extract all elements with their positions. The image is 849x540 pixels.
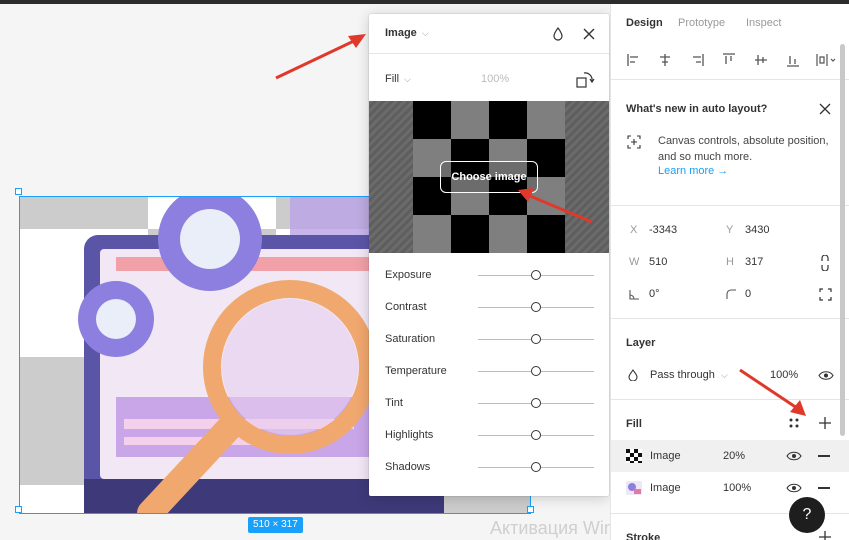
adjust-label: Exposure [385, 269, 432, 281]
rotation-input[interactable]: 0° [649, 288, 660, 300]
constrain-proportions-icon[interactable] [819, 255, 831, 271]
tab-design[interactable]: Design [626, 17, 663, 29]
panel-tabs: Design Prototype Inspect [611, 4, 849, 44]
contrast-slider-knob[interactable] [531, 302, 541, 312]
blend-mode-select[interactable]: Pass through [650, 369, 715, 381]
chevron-down-icon: ⌵ [422, 28, 429, 38]
selection-size-label: 510 × 317 [248, 517, 303, 533]
chevron-down-icon: ⌵ [404, 74, 411, 84]
layer-section-title: Layer [626, 337, 656, 349]
eye-icon[interactable] [786, 482, 802, 494]
choose-image-button[interactable]: Choose image [440, 161, 538, 193]
close-icon[interactable] [818, 102, 832, 116]
blend-mode-icon [628, 369, 638, 381]
highlights-slider-knob[interactable] [531, 430, 541, 440]
h-input[interactable]: 317 [745, 256, 763, 268]
eye-icon[interactable] [786, 450, 802, 462]
h-label: H [726, 256, 734, 268]
adjust-row-contrast: Contrast [369, 291, 609, 323]
popup-header: Image ⌵ [369, 14, 609, 54]
align-right-icon[interactable] [689, 52, 705, 68]
section-divider [611, 318, 849, 319]
eye-icon[interactable] [818, 370, 834, 381]
fill-item-image-1[interactable]: Image 20% [611, 440, 849, 472]
styles-grid-icon[interactable] [788, 417, 800, 429]
align-top-icon[interactable] [721, 52, 737, 68]
design-panel: Design Prototype Inspect What's new in a… [610, 4, 849, 540]
independent-corners-icon[interactable] [819, 288, 832, 301]
remove-fill-icon[interactable] [818, 455, 830, 457]
w-input[interactable]: 510 [649, 256, 667, 268]
fill-section-title: Fill [626, 418, 642, 430]
y-label: Y [726, 224, 734, 236]
y-input[interactable]: 3430 [745, 224, 769, 236]
fill-item-opacity[interactable]: 20% [723, 450, 745, 462]
adjust-row-highlights: Highlights [369, 419, 609, 451]
image-opacity-value[interactable]: 100% [481, 73, 509, 85]
rotate-icon[interactable] [574, 69, 596, 91]
adjust-row-shadows: Shadows [369, 451, 609, 483]
image-thumbnail-icon[interactable] [626, 481, 642, 495]
blend-mode-icon[interactable] [551, 26, 565, 42]
rotation-icon [629, 290, 639, 300]
whats-new-title: What's new in auto layout? [626, 103, 768, 115]
resize-handle-top-left[interactable] [15, 188, 22, 195]
close-icon[interactable] [581, 26, 597, 42]
layer-opacity-input[interactable]: 100% [770, 369, 798, 381]
resize-handle-bottom-left[interactable] [15, 506, 22, 513]
canvas-controls-icon [627, 135, 641, 149]
align-vertical-center-icon[interactable] [753, 52, 769, 68]
tab-prototype[interactable]: Prototype [678, 17, 725, 29]
align-left-icon[interactable] [626, 52, 642, 68]
checker-swatch-icon[interactable] [626, 449, 642, 463]
remove-fill-icon[interactable] [818, 487, 830, 489]
adjust-label: Tint [385, 397, 403, 409]
whats-new-card: What's new in auto layout? Canvas contro… [611, 92, 849, 206]
image-fill-mode-row: Fill ⌵ 100% [369, 66, 609, 92]
whats-new-body: Canvas controls, absolute position, and … [658, 135, 829, 163]
exposure-slider-knob[interactable] [531, 270, 541, 280]
corner-radius-input[interactable]: 0 [745, 288, 751, 300]
w-label: W [629, 256, 640, 268]
saturation-slider-knob[interactable] [531, 334, 541, 344]
alignment-toolbar [611, 44, 849, 80]
adjust-row-saturation: Saturation [369, 323, 609, 355]
help-button[interactable]: ? [789, 497, 825, 533]
adjust-label: Temperature [385, 365, 447, 377]
x-input[interactable]: -3343 [649, 224, 677, 236]
fill-type-dropdown[interactable]: Image [385, 27, 417, 39]
stroke-section-title: Stroke [626, 532, 661, 540]
adjust-row-tint: Tint [369, 387, 609, 419]
panel-scrollbar[interactable] [840, 44, 845, 436]
fill-item-name: Image [650, 450, 681, 462]
add-fill-icon[interactable] [819, 417, 831, 429]
x-label: X [630, 224, 638, 236]
fill-item-name: Image [650, 482, 681, 494]
corner-radius-icon [726, 289, 736, 299]
add-stroke-icon[interactable] [819, 531, 831, 540]
temperature-slider-knob[interactable] [531, 366, 541, 376]
distribute-icon[interactable] [815, 52, 837, 68]
image-preview[interactable]: Choose image [369, 101, 609, 253]
align-bottom-icon[interactable] [785, 52, 801, 68]
fill-item-opacity[interactable]: 100% [723, 482, 751, 494]
adjust-row-exposure: Exposure [369, 259, 609, 291]
tint-slider-knob[interactable] [531, 398, 541, 408]
adjust-label: Contrast [385, 301, 427, 313]
section-divider [611, 399, 849, 400]
chevron-down-icon: ⌵ [721, 370, 728, 380]
align-horizontal-center-icon[interactable] [657, 52, 673, 68]
learn-more-link[interactable]: Learn more → [658, 165, 728, 177]
image-fill-popup: Image ⌵ Fill ⌵ 100% Choose image Exposur… [369, 14, 609, 496]
adjust-row-temperature: Temperature [369, 355, 609, 387]
shadows-slider-knob[interactable] [531, 462, 541, 472]
fill-mode-select[interactable]: Fill [385, 73, 399, 85]
adjust-label: Shadows [385, 461, 431, 473]
adjust-label: Saturation [385, 333, 436, 345]
resize-handle-bottom-right[interactable] [527, 506, 534, 513]
adjust-label: Highlights [385, 429, 434, 441]
tab-inspect[interactable]: Inspect [746, 17, 781, 29]
